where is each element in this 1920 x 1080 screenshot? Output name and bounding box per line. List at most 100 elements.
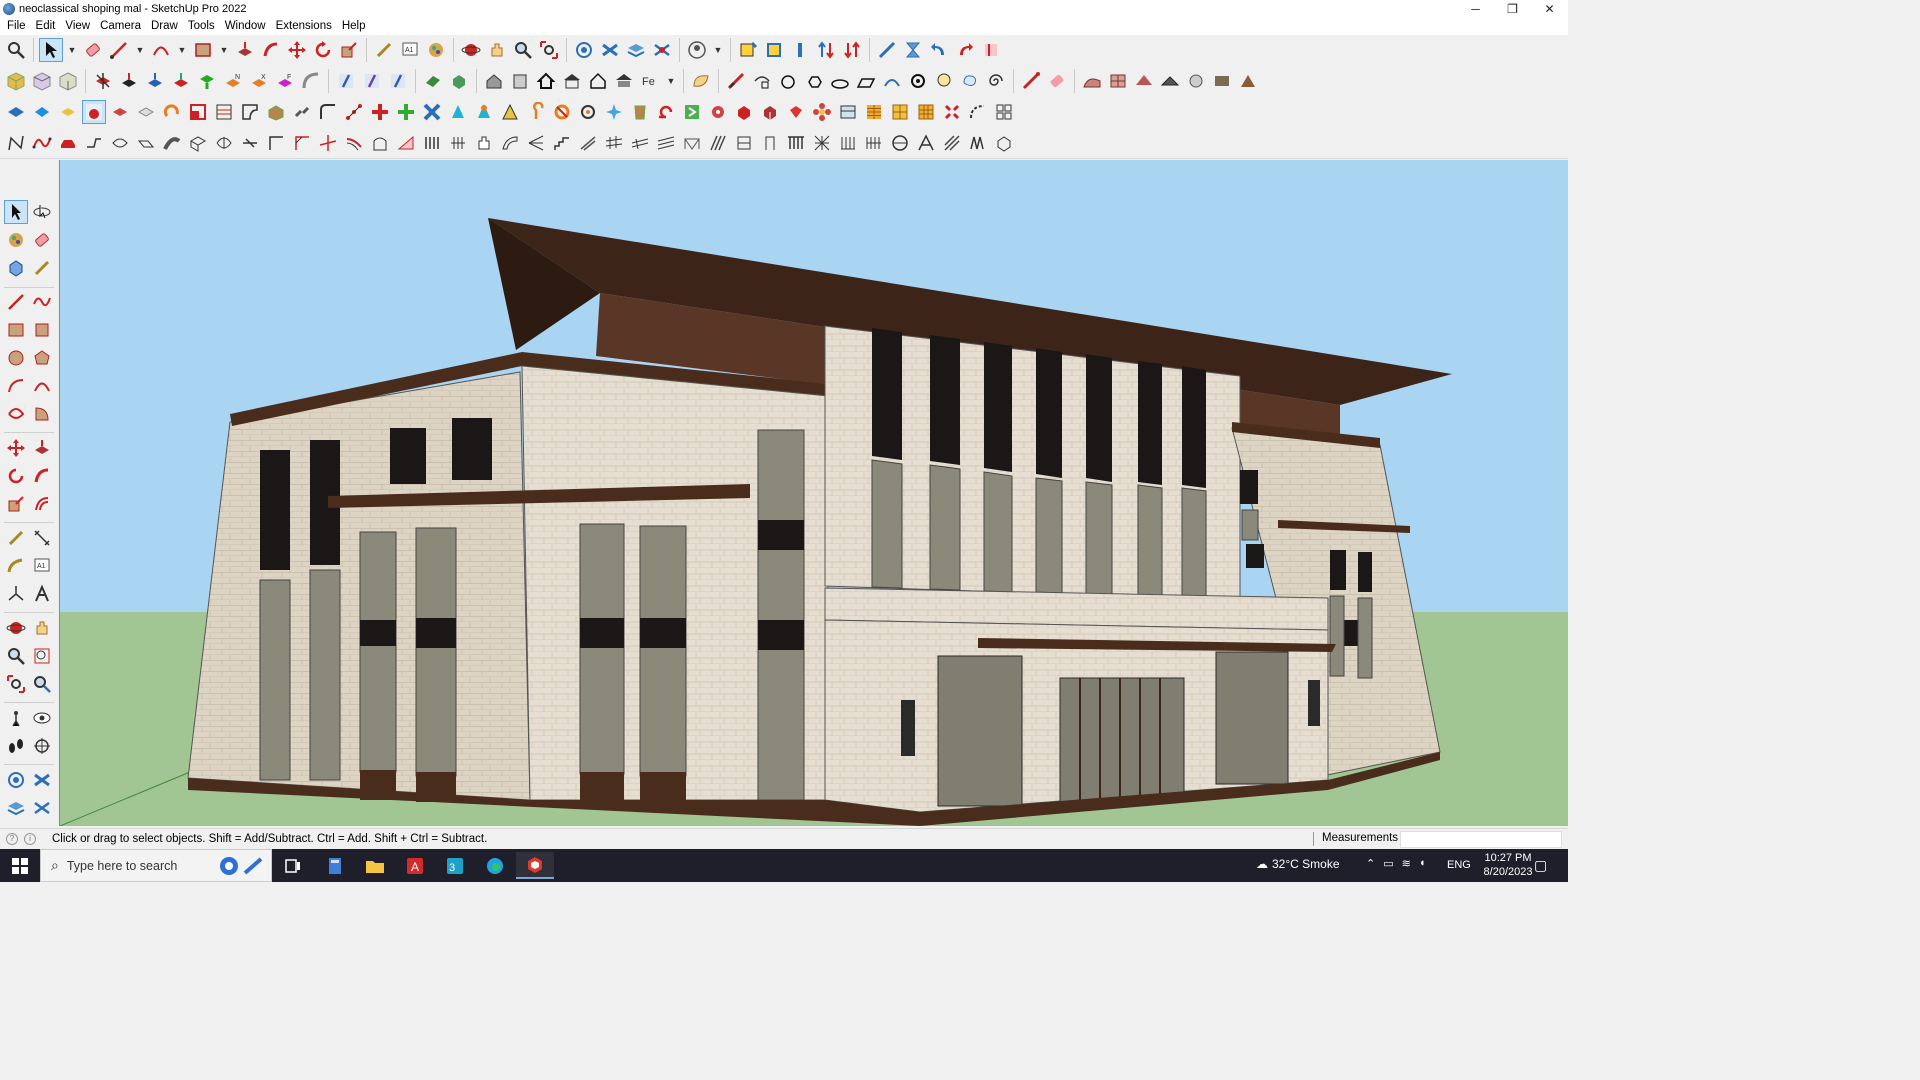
shape-ring-icon[interactable]: [906, 69, 930, 93]
tape-measure-icon[interactable]: [4, 526, 28, 550]
scale-tool-icon[interactable]: [337, 38, 361, 62]
red-rect-icon[interactable]: [186, 100, 210, 124]
skin-icon[interactable]: [186, 131, 210, 155]
dashed-arc-icon[interactable]: [966, 100, 990, 124]
warehouse-icon[interactable]: [4, 768, 28, 792]
fence-icon[interactable]: [576, 131, 600, 155]
arc-icon[interactable]: [4, 374, 28, 398]
shape-hexagon-icon[interactable]: [802, 69, 826, 93]
orange-knot-icon[interactable]: [550, 100, 574, 124]
red-dots-icon[interactable]: [342, 100, 366, 124]
terrain-7-icon[interactable]: [1236, 69, 1260, 93]
extension-manager-icon[interactable]: [650, 38, 674, 62]
blue-face-icon[interactable]: [4, 100, 28, 124]
fredo-magenta-icon[interactable]: F: [273, 69, 297, 93]
volume-icon[interactable]: ◖: [1419, 857, 1426, 870]
line-tool-icon[interactable]: [4, 290, 28, 314]
eraser-pink-icon[interactable]: [979, 38, 1003, 62]
comb-icon[interactable]: [862, 131, 886, 155]
section-plane-icon[interactable]: [30, 734, 54, 758]
account-icon[interactable]: [685, 38, 709, 62]
sandbox-up-icon[interactable]: [814, 38, 838, 62]
green-bracket-icon[interactable]: [680, 100, 704, 124]
file-explorer-icon[interactable]: [356, 852, 394, 879]
menu-camera[interactable]: Camera: [95, 18, 146, 35]
two-point-arc-icon[interactable]: [30, 374, 54, 398]
search-icon[interactable]: [4, 38, 28, 62]
stacked-lines-icon[interactable]: [212, 100, 236, 124]
sketchup-taskbar-icon[interactable]: [516, 852, 554, 879]
pen-blue-1-icon[interactable]: [334, 69, 358, 93]
grid-dots-icon[interactable]: [446, 131, 470, 155]
wood-block-icon[interactable]: [264, 100, 288, 124]
menu-view[interactable]: View: [60, 18, 95, 35]
pattern-3-icon[interactable]: [940, 131, 964, 155]
paint-bucket-icon[interactable]: [4, 228, 28, 252]
fredo-green-icon[interactable]: [195, 69, 219, 93]
zoom-extents-icon[interactable]: [537, 38, 561, 62]
orbit-tool-icon[interactable]: [30, 200, 54, 224]
move-icon[interactable]: [4, 436, 28, 460]
model-viewport[interactable]: [59, 160, 1568, 826]
columns-icon[interactable]: [420, 131, 444, 155]
offset-curve-icon[interactable]: [342, 131, 366, 155]
red-scatter-icon[interactable]: [940, 100, 964, 124]
orbit-icon[interactable]: [459, 38, 483, 62]
shape-box-icon[interactable]: [992, 131, 1016, 155]
dimension-icon[interactable]: [30, 526, 54, 550]
cube-multi-icon[interactable]: [758, 100, 782, 124]
sandbox-down-icon[interactable]: [840, 38, 864, 62]
gear-red-icon[interactable]: [706, 100, 730, 124]
calculator-icon[interactable]: [316, 852, 354, 879]
tape-icon[interactable]: [30, 256, 54, 280]
arc-dropdown-icon[interactable]: ▼: [175, 38, 189, 62]
menu-file[interactable]: File: [2, 18, 31, 35]
rotate-tool-icon[interactable]: [311, 38, 335, 62]
corner-icon[interactable]: [264, 131, 288, 155]
fe-dropdown-icon[interactable]: ▼: [664, 69, 678, 93]
select-tool-icon[interactable]: [4, 200, 28, 224]
hook-icon[interactable]: [524, 100, 548, 124]
sweep-icon[interactable]: [82, 131, 106, 155]
pan-icon[interactable]: [30, 616, 54, 640]
terrain-3-icon[interactable]: [1132, 69, 1156, 93]
section-cut-icon[interactable]: [788, 38, 812, 62]
roof-tiles-icon[interactable]: [612, 69, 636, 93]
battery-icon[interactable]: ▭: [1383, 857, 1393, 870]
windows-start-icon[interactable]: [0, 849, 40, 882]
pattern-2-icon[interactable]: [914, 131, 938, 155]
menu-window[interactable]: Window: [220, 18, 271, 35]
tube-icon[interactable]: [160, 131, 184, 155]
sketchup-m-icon[interactable]: 3: [436, 852, 474, 879]
red-cube-icon[interactable]: [732, 100, 756, 124]
weather-widget[interactable]: ☁ 32°C Smoke: [1256, 857, 1340, 871]
knife-icon[interactable]: [724, 69, 748, 93]
red-car-icon[interactable]: [56, 131, 80, 155]
minimize-button[interactable]: ─: [1457, 0, 1494, 18]
house-1-icon[interactable]: [482, 69, 506, 93]
redo-icon[interactable]: [953, 38, 977, 62]
fillet-icon[interactable]: [316, 100, 340, 124]
hatch-icon[interactable]: [706, 131, 730, 155]
component-icon[interactable]: [4, 256, 28, 280]
extension-warehouse-icon[interactable]: [30, 768, 54, 792]
orange-grid-3-icon[interactable]: [914, 100, 938, 124]
hourglass-icon[interactable]: [901, 38, 925, 62]
3d-text-icon[interactable]: [30, 582, 54, 606]
move-tool-icon[interactable]: [285, 38, 309, 62]
menu-extensions[interactable]: Extensions: [271, 18, 337, 35]
restore-button[interactable]: ❐: [1494, 0, 1531, 18]
follow-me-icon[interactable]: [30, 464, 54, 488]
search-highlight-icon[interactable]: [217, 853, 269, 882]
slash-rails-icon[interactable]: [628, 131, 652, 155]
terrain-grid-icon[interactable]: [1106, 69, 1130, 93]
pink-eraser-icon[interactable]: [1045, 69, 1069, 93]
shape-dropdown-icon[interactable]: ▼: [217, 38, 231, 62]
window-frame-icon[interactable]: [836, 100, 860, 124]
pattern-4-icon[interactable]: [966, 131, 990, 155]
axis-red-icon[interactable]: [117, 69, 141, 93]
dimension-icon[interactable]: [875, 38, 899, 62]
axis-green-icon[interactable]: [169, 69, 193, 93]
stairs-icon[interactable]: [550, 131, 574, 155]
extrude-icon[interactable]: [134, 131, 158, 155]
